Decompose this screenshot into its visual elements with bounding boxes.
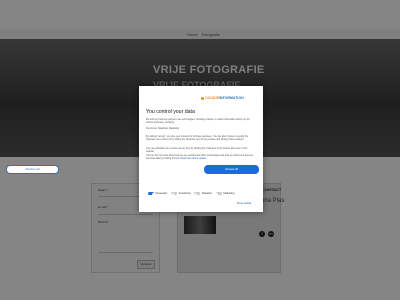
decline-all-button[interactable]: Decline all <box>6 165 59 174</box>
logo-mark-icon <box>201 96 204 100</box>
intro-paragraph: We and our business partners use technol… <box>146 119 250 124</box>
purposes-list: Functional, Statistical, Marketing <box>146 128 180 130</box>
switch-statistics[interactable] <box>194 192 201 195</box>
accept-all-button[interactable]: Accept all <box>204 165 259 174</box>
consent-toggles: Necessary Functional Statistics Marketin… <box>148 192 234 195</box>
show-details-link[interactable]: Show details <box>237 202 251 205</box>
withdraw-paragraph: You may withdraw your consent at any tim… <box>146 148 248 153</box>
accept-info-paragraph: By clicking 'Accept', you give your cons… <box>146 136 249 141</box>
logo-text: COOKIEINFORMATION <box>205 96 244 100</box>
cookie-information-logo: COOKIEINFORMATION <box>201 96 244 100</box>
more-info-paragraph: You can find out more about how we use c… <box>146 155 253 160</box>
dialog-title: You control your data <box>146 109 195 115</box>
switch-necessary[interactable] <box>148 192 154 195</box>
toggle-statistics[interactable]: Statistics <box>194 192 212 195</box>
switch-marketing[interactable] <box>215 192 222 195</box>
switch-functional[interactable] <box>171 192 178 195</box>
toggle-functional[interactable]: Functional <box>171 192 190 195</box>
toggle-necessary[interactable]: Necessary <box>148 192 167 195</box>
toggle-marketing[interactable]: Marketing <box>215 192 234 195</box>
read-more-link[interactable]: Read more about cookies <box>180 158 206 160</box>
